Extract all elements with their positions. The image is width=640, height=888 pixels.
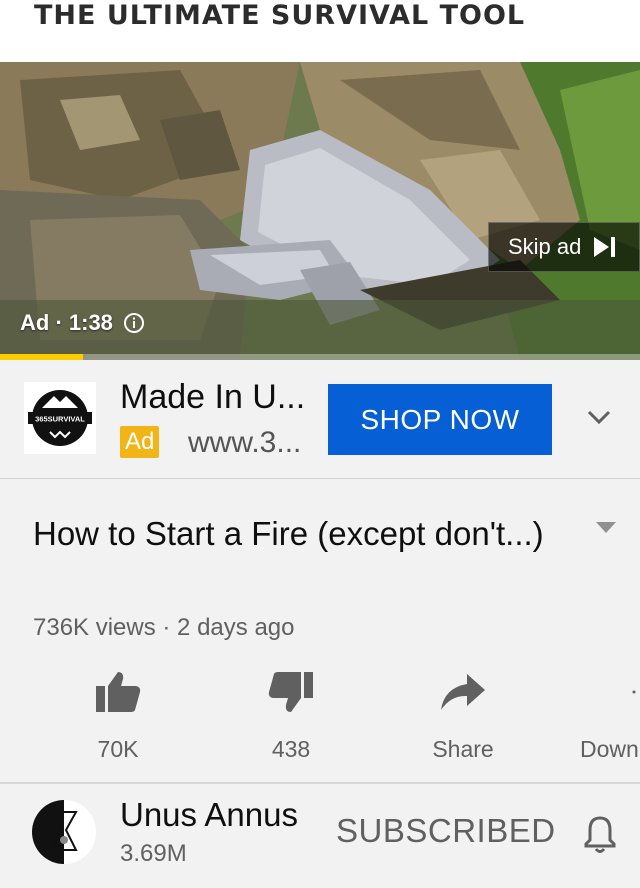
video-title[interactable]: How to Start a Fire (except don't...) [33,510,553,557]
share-button[interactable]: Share [403,670,523,763]
download-button[interactable]: Down [576,670,640,763]
ad-title[interactable]: Made In U... [120,378,305,417]
channel-avatar[interactable] [32,800,96,864]
skip-next-icon [594,237,616,257]
ad-headline-banner: THE ULTIMATE SURVIVAL TOOL [0,0,640,62]
video-player[interactable]: THE ULTIMATE SURVIVAL TOOL Skip ad Ad · … [0,0,640,360]
thumb-up-icon [96,672,141,712]
subscriber-count: 3.69M [120,840,187,867]
section-divider [0,782,640,784]
skip-ad-button[interactable]: Skip ad [488,222,640,272]
share-label: Share [432,736,494,762]
ad-time-label: Ad · 1:38 [20,310,113,335]
shop-now-button[interactable]: SHOP NOW [328,384,552,455]
download-icon [632,690,636,694]
ad-card[interactable]: 365SURVIVAL Made In U... Ad www.3... SHO… [0,360,640,479]
like-button[interactable]: 70K [58,670,178,763]
advertiser-logo-text: 365SURVIVAL [35,415,85,424]
ad-url[interactable]: www.3... [188,426,301,460]
subscribed-button[interactable]: SUBSCRIBED [336,812,556,850]
like-count: 70K [97,736,139,762]
ad-badge: Ad [120,426,160,458]
channel-name[interactable]: Unus Annus [120,796,298,834]
dislike-count: 438 [271,736,311,762]
expand-description-icon[interactable] [596,522,616,534]
ad-headline-text: THE ULTIMATE SURVIVAL TOOL [34,0,526,31]
info-icon[interactable] [123,312,145,334]
action-bar: 70K 438 Share Down [0,670,640,770]
chevron-down-icon[interactable] [586,408,612,426]
dislike-button[interactable]: 438 [231,670,351,763]
skip-ad-label: Skip ad [508,234,582,259]
ad-time-indicator: Ad · 1:38 [20,310,145,336]
share-arrow-icon [441,674,485,710]
advertiser-logo: 365SURVIVAL [24,382,96,454]
thumb-down-icon [268,672,313,712]
bell-icon[interactable] [582,814,618,854]
download-label: Down [580,736,639,762]
video-meta: 736K views · 2 days ago [33,614,295,641]
